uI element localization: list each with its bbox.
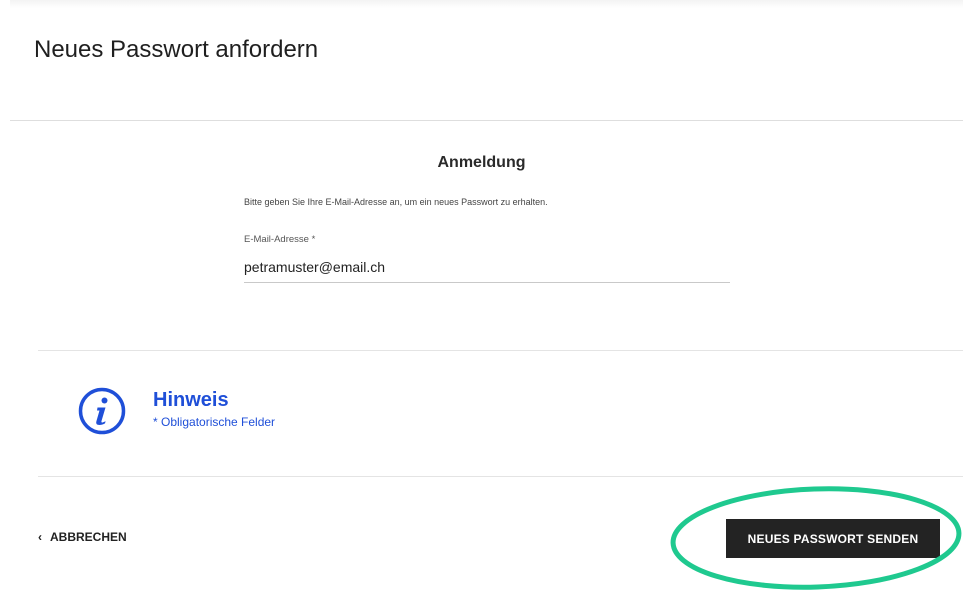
cancel-label: ABBRECHEN bbox=[50, 530, 127, 544]
send-new-password-button[interactable]: NEUES PASSWORT SENDEN bbox=[726, 519, 940, 558]
email-field-label: E-Mail-Adresse * bbox=[244, 234, 316, 245]
chevron-left-icon: ‹ bbox=[38, 530, 42, 544]
section-title: Anmeldung bbox=[437, 154, 526, 171]
instruction-text: Bitte geben Sie Ihre E-Mail-Adresse an, … bbox=[244, 197, 548, 207]
password-reset-page: Neues Passwort anfordern Anmeldung Bitte… bbox=[0, 0, 963, 591]
info-icon bbox=[78, 387, 126, 435]
cancel-link[interactable]: ‹ ABBRECHEN bbox=[38, 530, 127, 544]
top-edge-shadow bbox=[10, 0, 963, 8]
header-divider bbox=[10, 120, 963, 121]
footer-divider bbox=[38, 476, 963, 477]
email-field[interactable] bbox=[244, 252, 730, 283]
hint-title: Hinweis bbox=[153, 389, 229, 411]
required-fields-note: * Obligatorische Felder bbox=[153, 415, 276, 429]
page-title: Neues Passwort anfordern bbox=[34, 36, 319, 63]
hint-top-divider bbox=[38, 350, 963, 351]
